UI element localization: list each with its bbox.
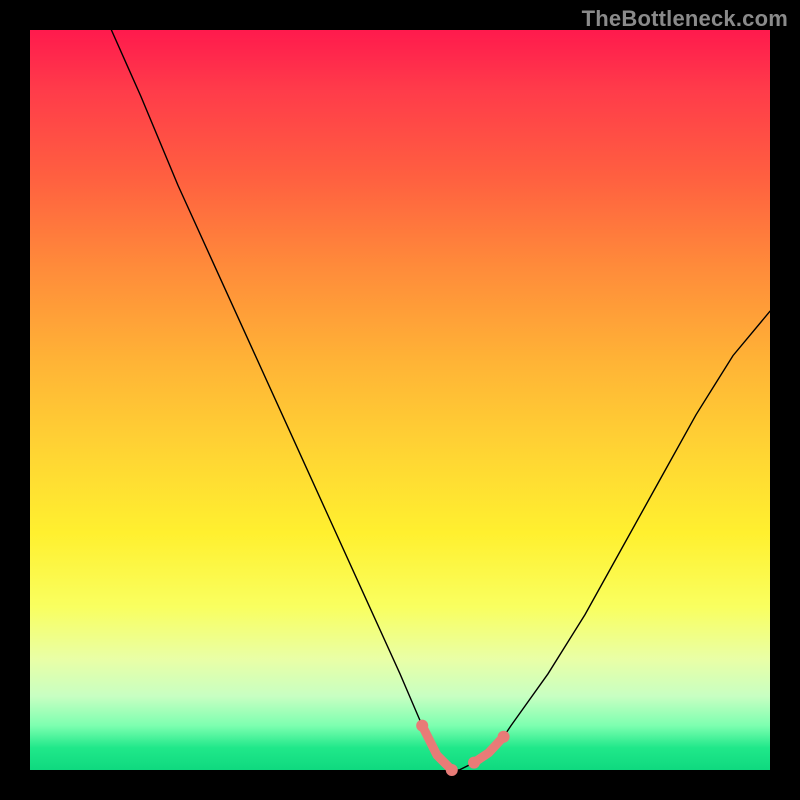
curve-overlay [30,30,770,770]
chart-frame: TheBottleneck.com [0,0,800,800]
bottleneck-curve [111,30,770,770]
highlight-dot [416,720,428,732]
highlight-dot [498,731,510,743]
highlight-left [422,726,452,770]
watermark-text: TheBottleneck.com [582,6,788,32]
highlight-dot [446,764,458,776]
highlight-dot [468,757,480,769]
